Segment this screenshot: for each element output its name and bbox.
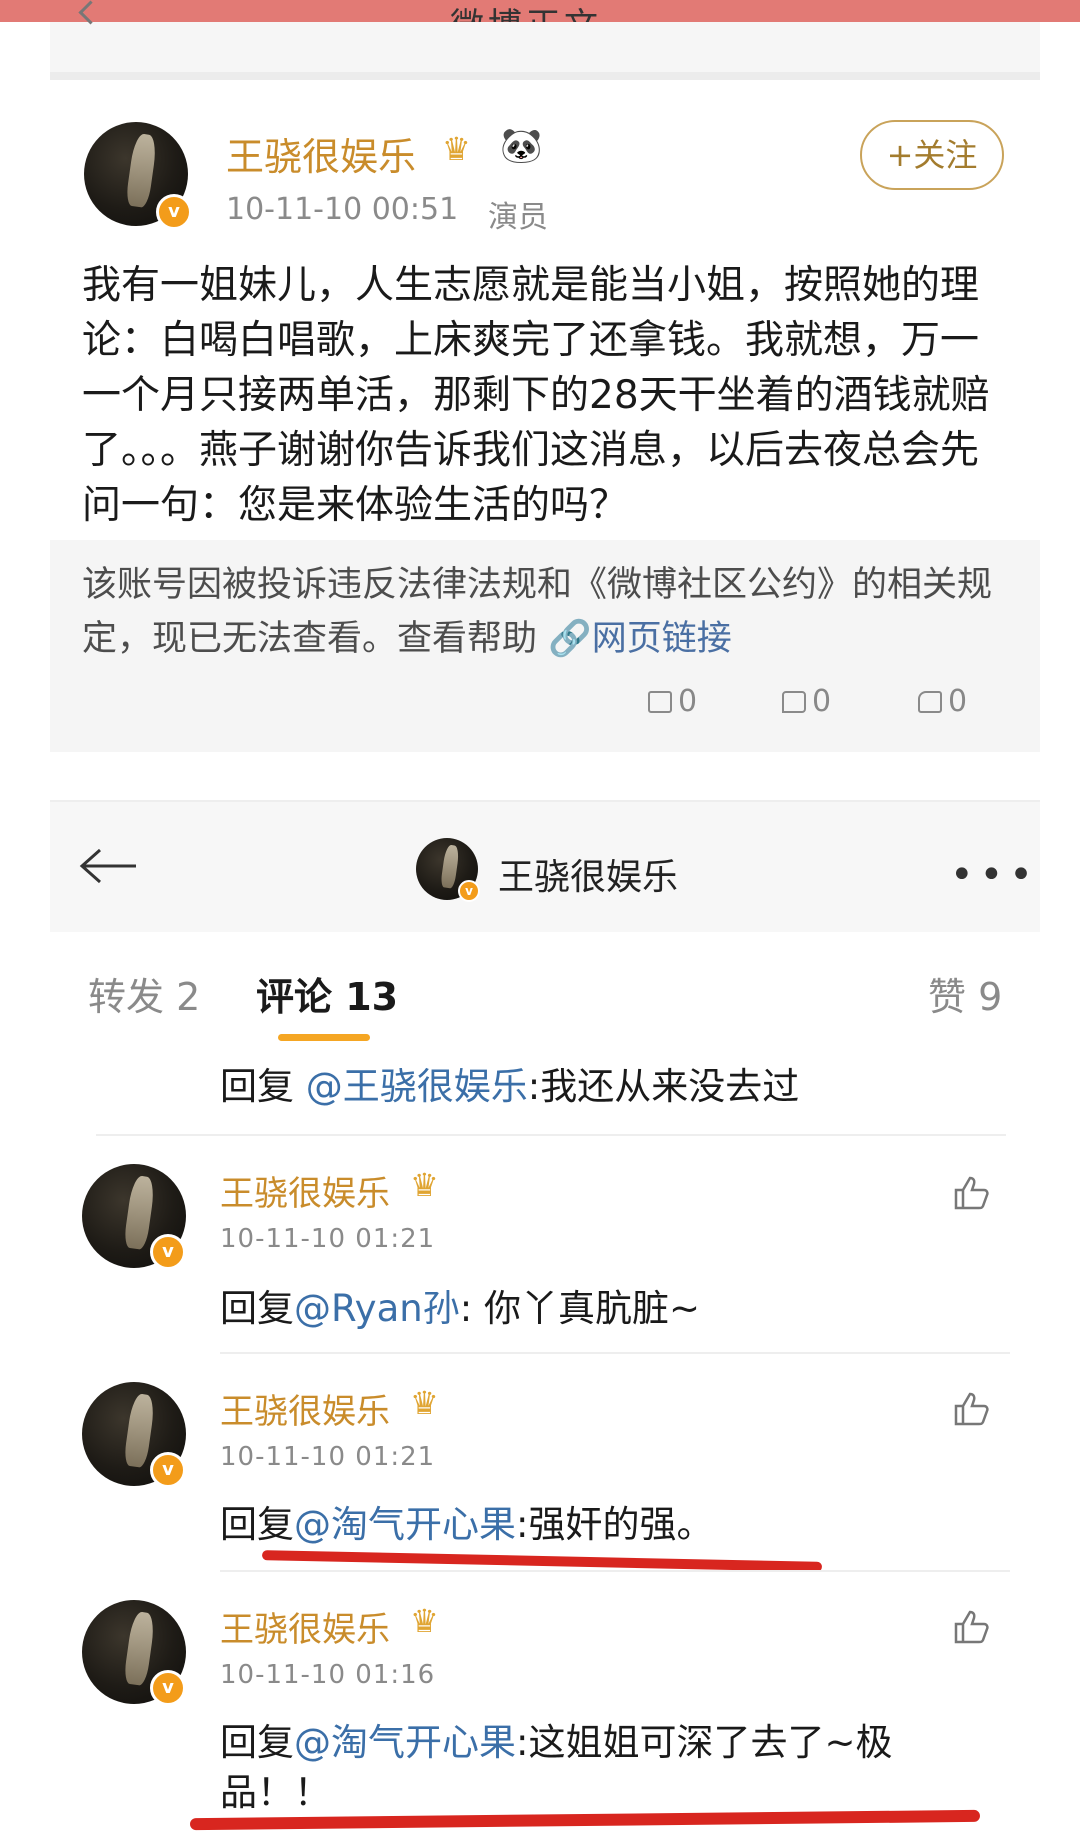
top-nav-bar (50, 22, 1040, 80)
comment-text: :强奸的强。 (516, 1503, 714, 1546)
post-content: 我有一姐妹儿，人生志愿就是能当小姐，按照她的理论：白喝白唱歌，上床爽完了还拿钱。… (82, 263, 990, 528)
crown-icon: ♛ (442, 130, 471, 168)
nav-title: 王骁很娱乐 (498, 857, 679, 898)
comment-stat[interactable]: 0 (782, 684, 831, 719)
tab-repost[interactable]: 转发 2 (88, 966, 200, 1021)
notice-text: 该账号因被投诉违反法律法规和《微博社区公约》的相关规定，现已无法查看。查看帮助 … (82, 558, 1002, 666)
comment-author[interactable]: 王骁很娱乐 (220, 1384, 390, 1433)
comment-body-line2: 品！！ (220, 1771, 331, 1814)
comment-time: 10-11-10 01:21 (220, 1224, 436, 1254)
like-stat[interactable]: 0 (918, 684, 967, 719)
comment-count: 0 (812, 684, 832, 719)
mention-link[interactable]: @淘气开心果 (294, 1503, 516, 1546)
red-underline-annotation (261, 1550, 823, 1572)
thumbs-up-icon[interactable] (954, 1610, 990, 1644)
repost-count: 0 (678, 684, 698, 719)
comment-text: : 你丫真肮脏~ (459, 1287, 700, 1330)
thumbs-up-icon[interactable] (954, 1392, 990, 1426)
comment-body: 回复@淘气开心果:强奸的强。 (220, 1494, 713, 1548)
verified-badge-icon: v (150, 1670, 186, 1706)
post-time: 10-11-10 00:51 (226, 192, 459, 227)
panda-icon: 🐼 (500, 126, 543, 166)
crown-icon: ♛ (410, 1166, 439, 1204)
list-item: 回复 @王骁很娱乐:我还从来没去过 (220, 1056, 799, 1110)
divider (96, 1134, 1006, 1136)
comment-body: 回复@淘气开心果:这姐姐可深了去了~极 (220, 1712, 892, 1766)
mention-link[interactable]: @淘气开心果 (294, 1721, 516, 1764)
repost-stat[interactable]: 0 (648, 684, 697, 719)
comment-author[interactable]: 王骁很娱乐 (220, 1602, 390, 1651)
post-source: 演员 (488, 200, 548, 235)
more-icon[interactable]: ••• (950, 852, 1039, 898)
link-icon: 🔗 (548, 619, 592, 659)
verified-badge-icon: v (150, 1452, 186, 1488)
comment-text: :这姐姐可深了去了~极 (516, 1721, 893, 1764)
tab-active-indicator (278, 1034, 370, 1041)
verified-badge-icon: v (156, 194, 192, 230)
like-icon (918, 691, 942, 713)
repost-icon (648, 691, 672, 713)
author-name[interactable]: 王骁很娱乐 (226, 126, 416, 181)
reply-prefix: 回复 (220, 1721, 294, 1764)
comment-time: 10-11-10 01:21 (220, 1442, 436, 1472)
reply-prefix: 回复 (220, 1065, 306, 1108)
divider (220, 1352, 1010, 1354)
divider (220, 1570, 1010, 1572)
follow-button[interactable]: +关注 (860, 120, 1004, 190)
comment-time: 10-11-10 01:16 (220, 1660, 436, 1690)
comment-author[interactable]: 王骁很娱乐 (220, 1166, 390, 1215)
mention-link[interactable]: @Ryan孙 (294, 1287, 460, 1330)
comment-body: 回复@Ryan孙: 你丫真肮脏~ (220, 1278, 700, 1332)
comment-icon (782, 691, 806, 713)
thumbs-up-icon[interactable] (954, 1176, 990, 1210)
notice-message: 该账号因被投诉违反法律法规和《微博社区公约》的相关规定，现已无法查看。查看帮助 (82, 565, 993, 659)
verified-badge-icon: v (150, 1234, 186, 1270)
mention-link[interactable]: @王骁很娱乐 (306, 1065, 528, 1108)
web-link[interactable]: 网页链接 (592, 619, 732, 659)
reply-prefix: 回复 (220, 1503, 294, 1546)
comment-text: :我还从来没去过 (527, 1065, 800, 1108)
crown-icon: ♛ (410, 1602, 439, 1640)
crown-icon: ♛ (410, 1384, 439, 1422)
page-title: 微博正文 (450, 0, 602, 22)
back-arrow-icon[interactable] (78, 848, 138, 884)
tab-comment[interactable]: 评论 13 (256, 966, 398, 1021)
tab-like[interactable]: 赞 9 (928, 966, 1002, 1021)
nav-verified-icon: v (458, 880, 480, 902)
like-count: 0 (948, 684, 968, 719)
reply-prefix: 回复 (220, 1287, 294, 1330)
